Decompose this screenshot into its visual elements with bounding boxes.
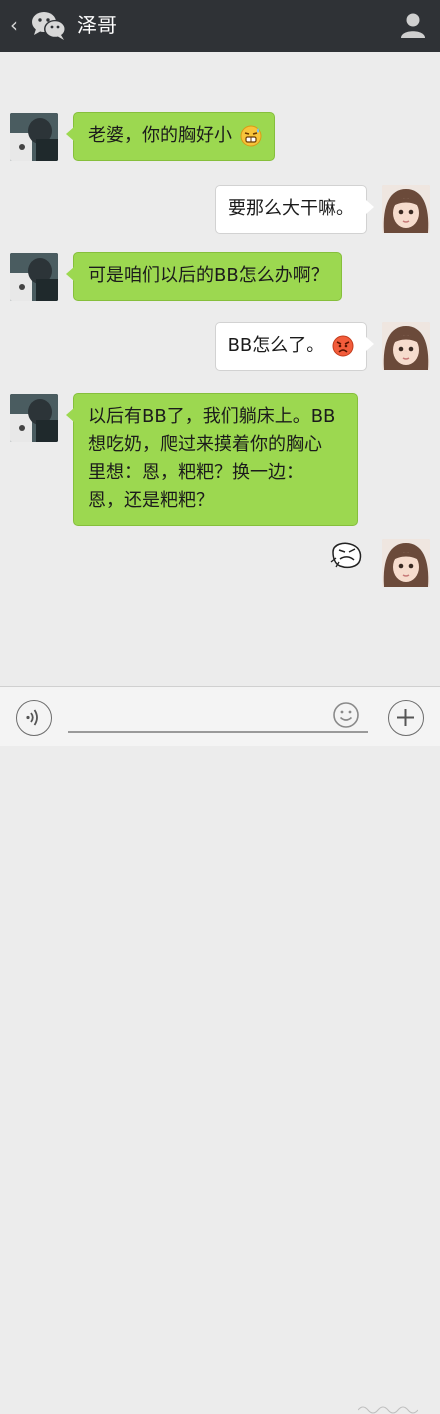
my-avatar[interactable] [382, 539, 430, 587]
message-text-line: 里想：恩，粑粑？换一边： [88, 462, 304, 483]
message-text-line: 以后有BB了，我们躺床上。BB [88, 406, 336, 427]
sweat-grimace-emoji [240, 125, 262, 147]
message-bubble[interactable]: 老婆，你的胸好小 [66, 112, 275, 161]
message-bubble[interactable]: 以后有BB了，我们躺床上。BB 想吃奶，爬过来摸着你的胸心 里想：恩，粑粑？换一… [66, 393, 358, 526]
voice-button[interactable] [16, 700, 52, 736]
wechat-icon[interactable] [30, 10, 68, 42]
message-text: 要那么大干嘛。 [228, 198, 354, 219]
contact-avatar[interactable] [10, 253, 58, 301]
contact-avatar[interactable] [10, 113, 58, 161]
message-text: 可是咱们以后的BB怎么办啊？ [88, 265, 329, 286]
chevron-left-icon[interactable]: ‹ [10, 13, 18, 37]
person-icon[interactable] [398, 10, 428, 40]
watermark-squiggle [358, 1406, 418, 1414]
chat-title: 泽哥 [77, 13, 117, 37]
message-bubble[interactable]: 可是咱们以后的BB怎么办啊？ [66, 252, 342, 301]
angry-emoji [332, 335, 354, 357]
my-avatar[interactable] [382, 322, 430, 370]
rage-comic-sticker[interactable] [330, 540, 364, 570]
plus-button[interactable] [388, 700, 424, 736]
message-text: 老婆，你的胸好小 [88, 125, 232, 146]
message-text-line: 想吃奶，爬过来摸着你的胸心 [88, 434, 322, 455]
voice-icon [26, 709, 38, 726]
message-bubble[interactable]: 要那么大干嘛。 [215, 185, 374, 234]
message-text-line: 恩，还是粑粑？ [88, 490, 214, 511]
my-avatar[interactable] [382, 185, 430, 233]
plus-icon [397, 709, 414, 726]
chat-area[interactable]: 老婆，你的胸好小 要那么大干嘛。 可是咱们以后的BB怎么办啊？ BB怎么了。 以… [0, 52, 440, 686]
smiley-icon[interactable] [332, 701, 360, 729]
contact-avatar[interactable] [10, 394, 58, 442]
message-text: BB怎么了。 [227, 335, 325, 356]
message-input[interactable] [68, 731, 368, 733]
message-bubble[interactable]: BB怎么了。 [214, 322, 375, 371]
top-bar: ‹ 泽哥 [0, 0, 440, 52]
input-bar [0, 686, 440, 1414]
